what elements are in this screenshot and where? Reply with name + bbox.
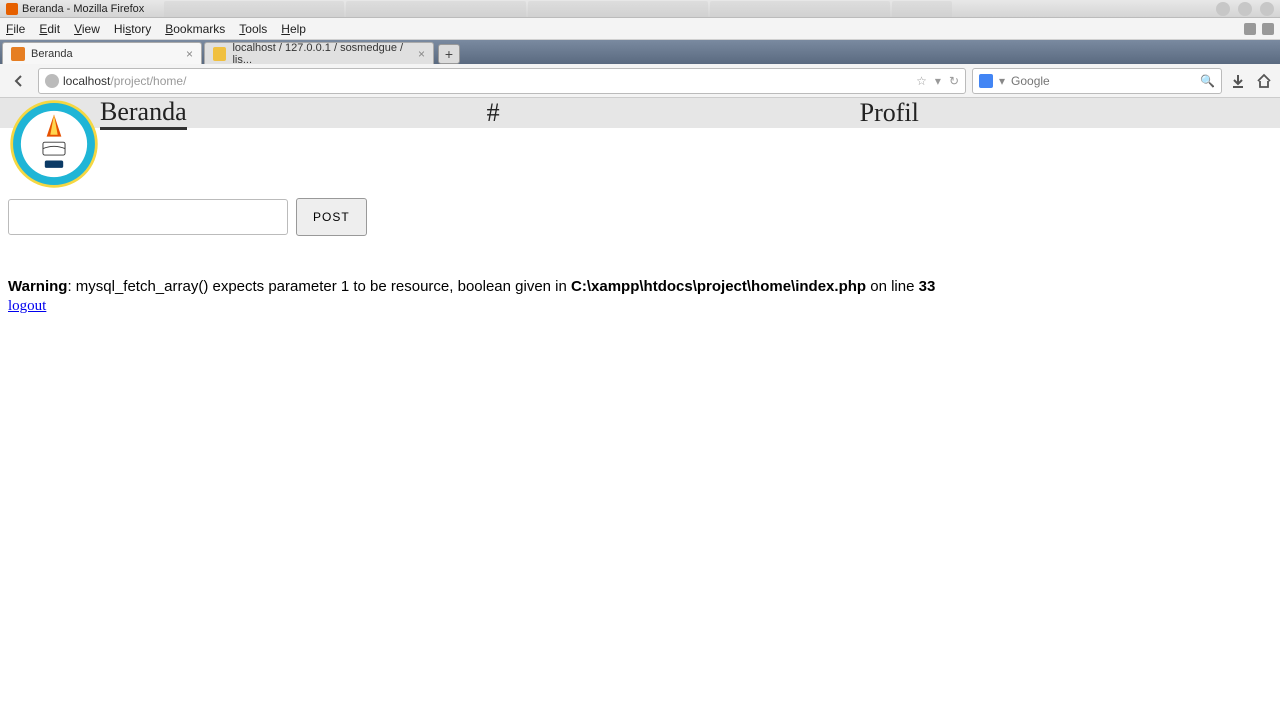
os-tab-previews — [164, 1, 954, 17]
menu-file[interactable]: File — [6, 22, 25, 36]
search-icon[interactable]: 🔍 — [1200, 74, 1215, 88]
search-input[interactable] — [1011, 74, 1194, 88]
nav-beranda[interactable]: Beranda — [100, 97, 187, 130]
downloads-button[interactable] — [1228, 71, 1248, 91]
maximize-button[interactable] — [1238, 2, 1252, 16]
site-nav: Beranda # Profil — [0, 98, 1280, 128]
search-dropdown-icon[interactable]: ▾ — [999, 74, 1005, 88]
nav-hash[interactable]: # — [487, 98, 500, 128]
globe-icon — [45, 74, 59, 88]
nav-toolbar: localhost/project/home/ ☆ ▾ ↻ ▾ 🔍 — [0, 64, 1280, 98]
menu-bar: File Edit View History Bookmarks Tools H… — [0, 18, 1280, 40]
dropdown-icon[interactable]: ▾ — [935, 74, 941, 88]
menu-edit[interactable]: Edit — [39, 22, 60, 36]
post-button[interactable]: POST — [296, 198, 367, 236]
search-box[interactable]: ▾ 🔍 — [972, 68, 1222, 94]
menu-help[interactable]: Help — [281, 22, 306, 36]
post-input[interactable] — [8, 199, 288, 235]
menu-bookmarks[interactable]: Bookmarks — [165, 22, 225, 36]
addon-icon[interactable] — [1244, 23, 1256, 35]
firefox-icon — [6, 3, 18, 15]
warning-message: Warning: mysql_fetch_array() expects par… — [0, 278, 1280, 296]
post-form: POST — [0, 198, 1280, 236]
school-logo — [8, 98, 100, 190]
tab-close-button[interactable]: × — [186, 47, 193, 61]
tab-strip: Beranda × localhost / 127.0.0.1 / sosmed… — [0, 40, 1280, 64]
bookmark-star-icon[interactable]: ☆ — [916, 74, 927, 88]
new-tab-button[interactable]: + — [438, 44, 460, 64]
url-bar[interactable]: localhost/project/home/ ☆ ▾ ↻ — [38, 68, 966, 94]
window-title: Beranda - Mozilla Firefox — [22, 3, 144, 15]
menu-tools[interactable]: Tools — [239, 22, 267, 36]
browser-tab-active[interactable]: Beranda × — [2, 42, 202, 64]
google-icon — [979, 74, 993, 88]
favicon-icon — [11, 47, 25, 61]
tab-label: localhost / 127.0.0.1 / sosmedgue / lis.… — [232, 42, 418, 66]
addon-icon-2[interactable] — [1262, 23, 1274, 35]
os-titlebar: Beranda - Mozilla Firefox — [0, 0, 1280, 18]
page-content: Beranda # Profil POST Warning: mysql_fet… — [0, 98, 1280, 315]
close-window-button[interactable] — [1260, 2, 1274, 16]
back-button[interactable] — [6, 68, 32, 94]
menu-view[interactable]: View — [74, 22, 100, 36]
minimize-button[interactable] — [1216, 2, 1230, 16]
home-button[interactable] — [1254, 71, 1274, 91]
logout-link[interactable]: logout — [8, 298, 46, 315]
url-text: localhost/project/home/ — [63, 74, 186, 88]
tab-label: Beranda — [31, 48, 73, 60]
tab-close-button[interactable]: × — [418, 47, 425, 61]
favicon-icon — [213, 47, 226, 61]
menu-history[interactable]: History — [114, 22, 151, 36]
browser-tab[interactable]: localhost / 127.0.0.1 / sosmedgue / lis.… — [204, 42, 434, 64]
reload-button[interactable]: ↻ — [949, 74, 959, 88]
nav-profil[interactable]: Profil — [860, 98, 919, 128]
